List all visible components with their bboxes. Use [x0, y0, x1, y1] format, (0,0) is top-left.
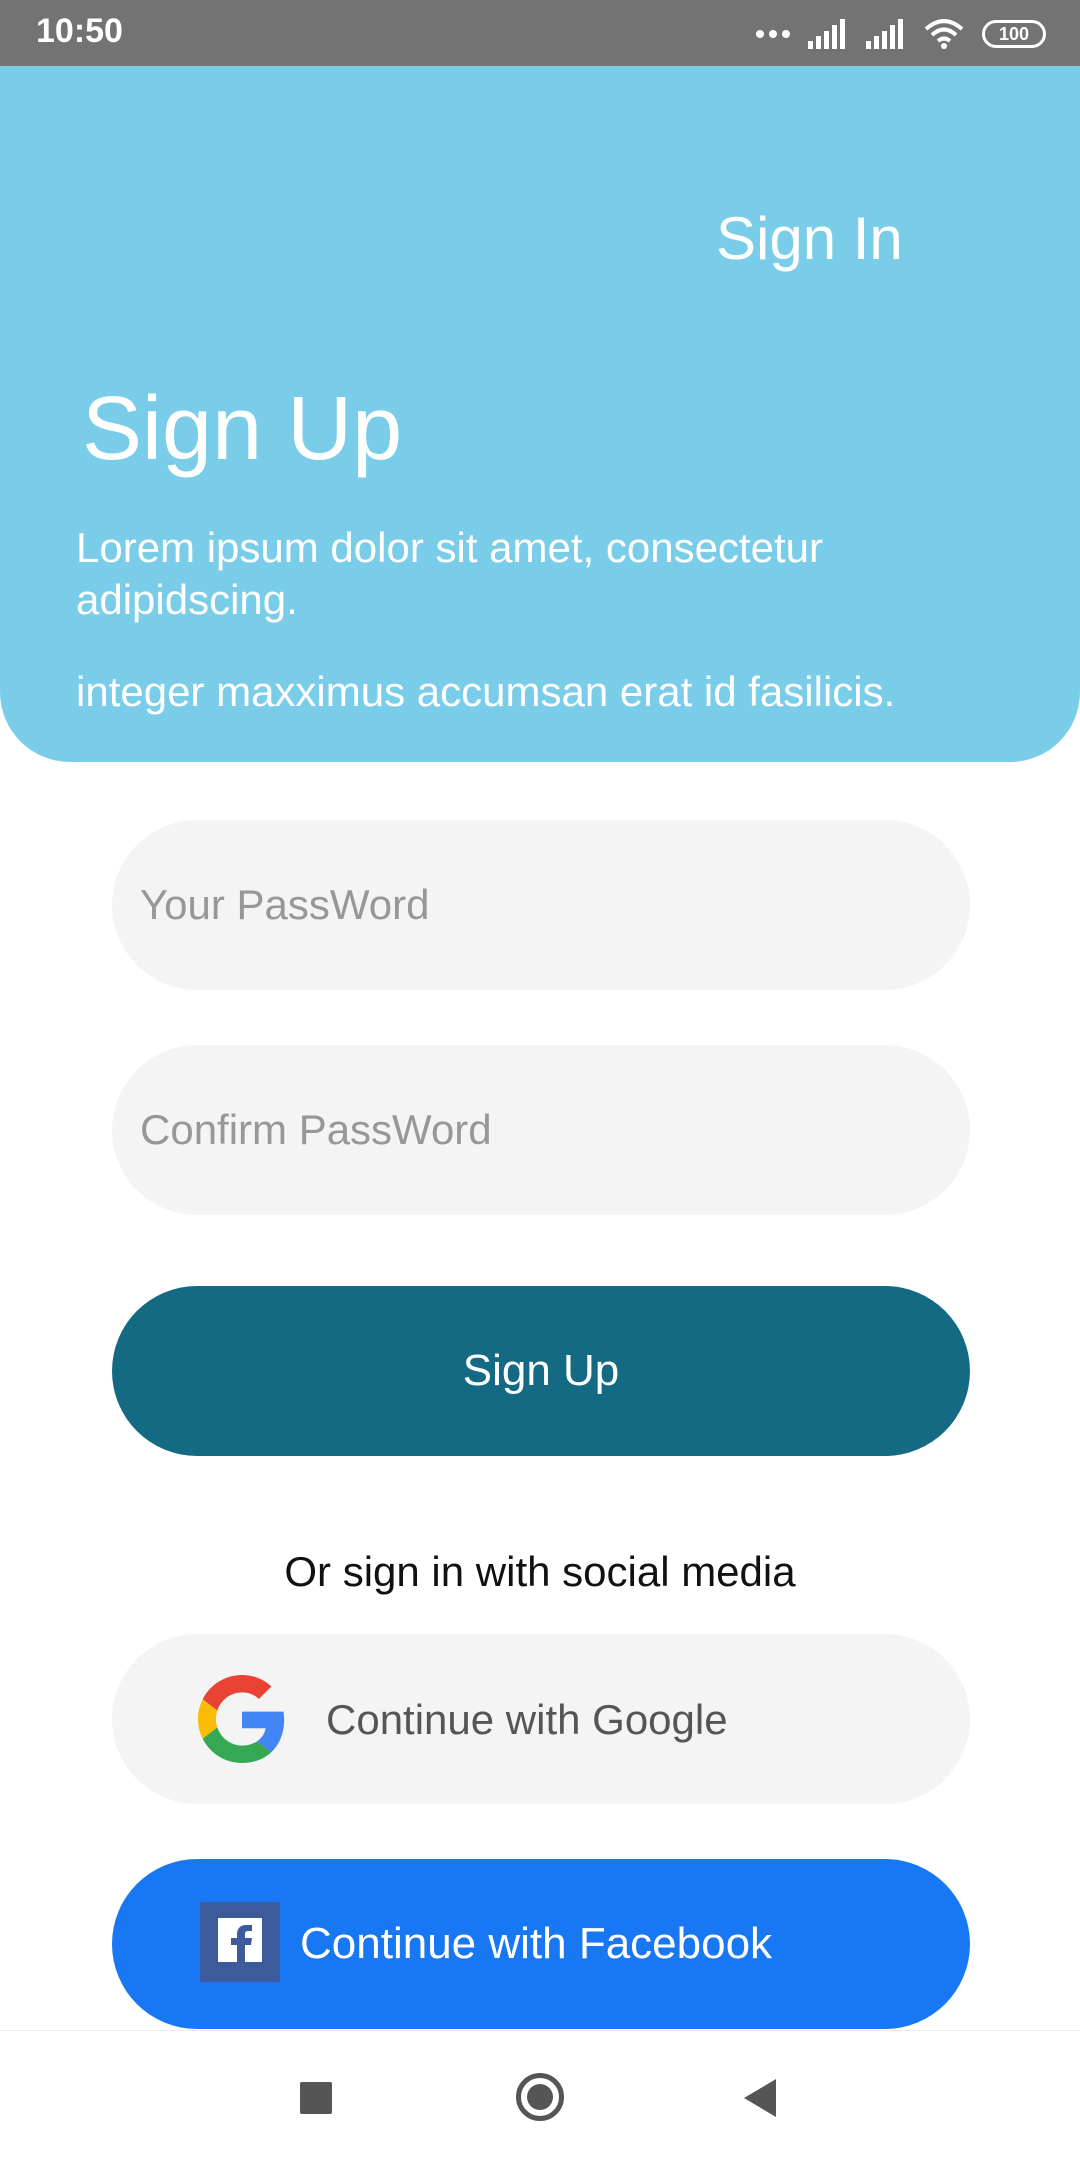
- google-logo-icon: [198, 1675, 285, 1763]
- status-bar: 10:50 100: [0, 0, 1080, 66]
- confirm-password-input[interactable]: [112, 1045, 970, 1215]
- sign-in-link[interactable]: Sign In: [716, 204, 903, 273]
- facebook-button-label: Continue with Facebook: [300, 1919, 773, 1968]
- sign-up-button[interactable]: Sign Up: [112, 1286, 970, 1456]
- header-panel: Sign In Sign Up Lorem ipsum dolor sit am…: [0, 66, 1080, 762]
- more-dots-icon: [756, 30, 790, 38]
- recents-square-icon[interactable]: [300, 2082, 332, 2114]
- password-input[interactable]: [112, 820, 970, 990]
- continue-with-facebook-button[interactable]: Continue with Facebook: [112, 1859, 970, 2029]
- navigation-bar: [0, 2030, 1080, 2161]
- google-button-label: Continue with Google: [326, 1696, 728, 1743]
- description-line-1: Lorem ipsum dolor sit amet, consectetur …: [76, 524, 823, 623]
- battery-level: 100: [998, 23, 1030, 44]
- wifi-icon: [924, 19, 964, 49]
- facebook-logo-icon: [200, 1902, 280, 1982]
- social-prompt: Or sign in with social media: [284, 1548, 796, 1595]
- back-triangle-icon[interactable]: [744, 2079, 776, 2117]
- battery-icon: 100: [982, 20, 1046, 48]
- page-title: Sign Up: [82, 379, 403, 479]
- signal-icon: [808, 19, 845, 49]
- home-circle-icon[interactable]: [516, 2073, 564, 2121]
- signal-icon: [866, 19, 903, 49]
- status-icons: 100: [756, 14, 1046, 54]
- continue-with-google-button[interactable]: Continue with Google: [112, 1634, 970, 1804]
- status-time: 10:50: [36, 12, 123, 50]
- description-line-2: integer maxximus accumsan erat id fasili…: [76, 668, 896, 715]
